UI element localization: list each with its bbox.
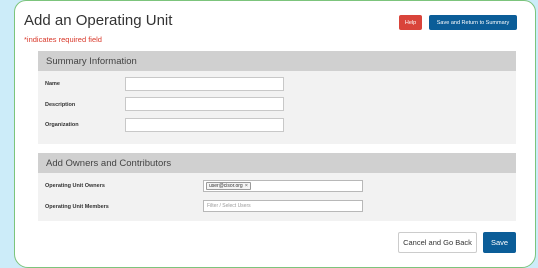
help-button[interactable]: Help <box>399 15 422 30</box>
owner-tag: user@cisor.org × <box>206 182 251 190</box>
save-and-return-button[interactable]: Save and Return to Summary <box>429 15 517 30</box>
save-button[interactable]: Save <box>483 232 516 253</box>
description-input[interactable] <box>125 97 284 111</box>
owners-label: Operating Unit Owners <box>45 183 105 189</box>
cancel-button[interactable]: Cancel and Go Back <box>398 232 477 253</box>
required-field-note: *indicates required field <box>24 35 102 44</box>
description-label: Description <box>45 102 76 108</box>
owners-section-title: Add Owners and Contributors <box>46 157 172 169</box>
summary-section-header: Summary Information <box>38 51 516 71</box>
page-title: Add an Operating Unit <box>24 12 173 29</box>
organization-input[interactable] <box>125 118 284 132</box>
summary-section-title: Summary Information <box>46 55 137 67</box>
organization-label: Organization <box>45 122 79 128</box>
members-label: Operating Unit Members <box>45 204 109 210</box>
members-placeholder: Filter / Select Users <box>207 203 251 209</box>
name-label: Name <box>45 81 60 87</box>
name-input[interactable] <box>125 77 284 91</box>
owner-tag-label: user@cisor.org <box>209 183 243 189</box>
remove-tag-icon[interactable]: × <box>245 183 248 189</box>
owners-section-header: Add Owners and Contributors <box>38 153 516 173</box>
owners-select[interactable]: user@cisor.org × <box>203 180 363 192</box>
members-select[interactable]: Filter / Select Users <box>203 200 363 212</box>
